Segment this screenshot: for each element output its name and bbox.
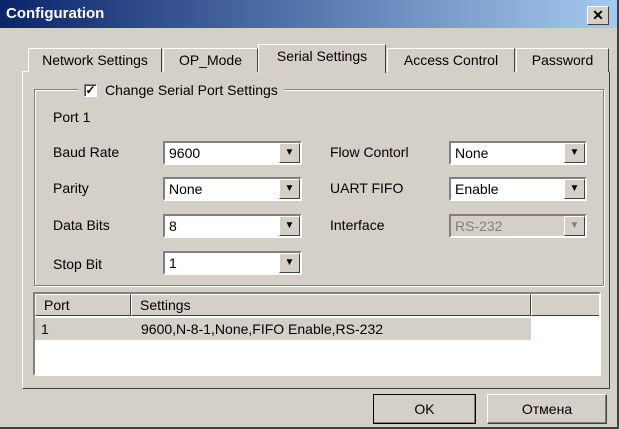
- flow-control-select[interactable]: None ▼: [449, 141, 587, 165]
- uart-fifo-select[interactable]: Enable ▼: [449, 177, 587, 201]
- ok-button[interactable]: OK: [373, 394, 476, 424]
- flow-control-label: Flow Contorl: [330, 144, 409, 160]
- tab-access-control[interactable]: Access Control: [387, 48, 515, 72]
- stop-bit-value: 1: [169, 255, 177, 271]
- chevron-down-icon[interactable]: ▼: [279, 216, 300, 236]
- change-settings-checkbox[interactable]: ✓: [84, 83, 97, 97]
- change-serial-settings-checkbox-row[interactable]: ✓ Change Serial Port Settings: [78, 79, 284, 101]
- uart-fifo-label: UART FIFO: [330, 180, 404, 196]
- chevron-down-icon[interactable]: ▼: [564, 143, 585, 163]
- chevron-down-icon[interactable]: ▼: [279, 179, 300, 199]
- data-bits-value: 8: [169, 218, 177, 234]
- parity-label: Parity: [53, 180, 89, 196]
- column-header-settings[interactable]: Settings: [131, 294, 531, 316]
- tab-op-mode[interactable]: OP_Mode: [163, 48, 258, 72]
- tab-serial-settings[interactable]: Serial Settings: [258, 44, 386, 73]
- interface-select: RS-232 ▼: [449, 214, 587, 238]
- configuration-dialog: Configuration ✕ Network Settings OP_Mode…: [0, 0, 619, 429]
- column-header-port[interactable]: Port: [35, 294, 131, 316]
- chevron-down-icon[interactable]: ▼: [279, 143, 300, 163]
- row-settings-cell: 9600,N-8-1,None,FIFO Enable,RS-232: [141, 321, 384, 337]
- data-bits-select[interactable]: 8 ▼: [163, 214, 302, 238]
- stop-bit-select[interactable]: 1 ▼: [163, 251, 302, 275]
- parity-select[interactable]: None ▼: [163, 177, 302, 201]
- column-header-empty: [531, 294, 599, 316]
- baud-rate-select[interactable]: 9600 ▼: [163, 141, 302, 165]
- port-settings-list[interactable]: Port Settings 1 9600,N-8-1,None,FIFO Ena…: [33, 292, 601, 376]
- tab-password[interactable]: Password: [516, 48, 609, 72]
- flow-control-value: None: [455, 145, 489, 161]
- data-bits-label: Data Bits: [53, 217, 110, 233]
- cancel-button[interactable]: Отмена: [487, 394, 607, 424]
- close-button[interactable]: ✕: [587, 6, 609, 25]
- stop-bit-label: Stop Bit: [53, 256, 103, 272]
- uart-fifo-value: Enable: [455, 181, 499, 197]
- chevron-down-icon[interactable]: ▼: [279, 253, 300, 273]
- change-settings-label: Change Serial Port Settings: [105, 82, 278, 98]
- baud-rate-label: Baud Rate: [53, 144, 120, 160]
- port-label: Port 1: [53, 109, 91, 125]
- chevron-down-icon: ▼: [564, 216, 585, 236]
- interface-value: RS-232: [455, 218, 503, 234]
- chevron-down-icon[interactable]: ▼: [564, 179, 585, 199]
- title-bar[interactable]: Configuration ✕: [0, 0, 617, 28]
- table-row[interactable]: 1 9600,N-8-1,None,FIFO Enable,RS-232: [35, 318, 531, 340]
- baud-rate-value: 9600: [169, 145, 201, 161]
- window-title: Configuration: [6, 5, 105, 22]
- row-port-cell: 1: [41, 321, 49, 337]
- interface-label: Interface: [330, 217, 385, 233]
- parity-value: None: [169, 181, 203, 197]
- tab-network-settings[interactable]: Network Settings: [28, 48, 162, 72]
